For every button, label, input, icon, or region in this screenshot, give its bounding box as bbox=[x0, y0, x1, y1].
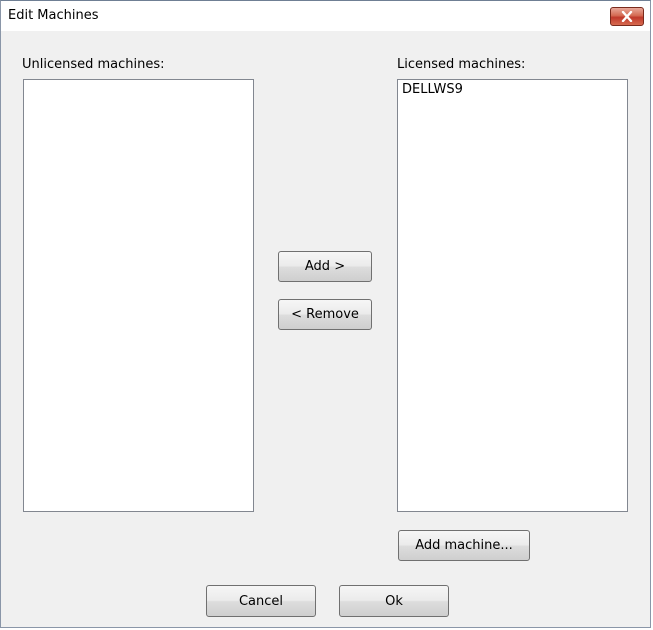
unlicensed-machines-label: Unlicensed machines: bbox=[22, 57, 165, 72]
cancel-button[interactable]: Cancel bbox=[206, 585, 316, 617]
add-button[interactable]: Add > bbox=[278, 251, 372, 282]
dialog-title: Edit Machines bbox=[8, 8, 99, 23]
edit-machines-dialog: Edit Machines Unlicensed machines: Licen… bbox=[0, 0, 651, 628]
add-machine-button[interactable]: Add machine... bbox=[398, 530, 530, 561]
licensed-machine-item[interactable]: DELLWS9 bbox=[398, 80, 627, 97]
remove-button[interactable]: < Remove bbox=[278, 299, 372, 330]
ok-button[interactable]: Ok bbox=[339, 585, 449, 617]
close-icon bbox=[621, 11, 633, 22]
licensed-machines-label: Licensed machines: bbox=[397, 57, 526, 72]
unlicensed-machines-list[interactable] bbox=[23, 79, 254, 512]
close-button[interactable] bbox=[610, 7, 644, 26]
title-bar: Edit Machines bbox=[1, 1, 650, 31]
licensed-machines-list[interactable]: DELLWS9 bbox=[397, 79, 628, 512]
